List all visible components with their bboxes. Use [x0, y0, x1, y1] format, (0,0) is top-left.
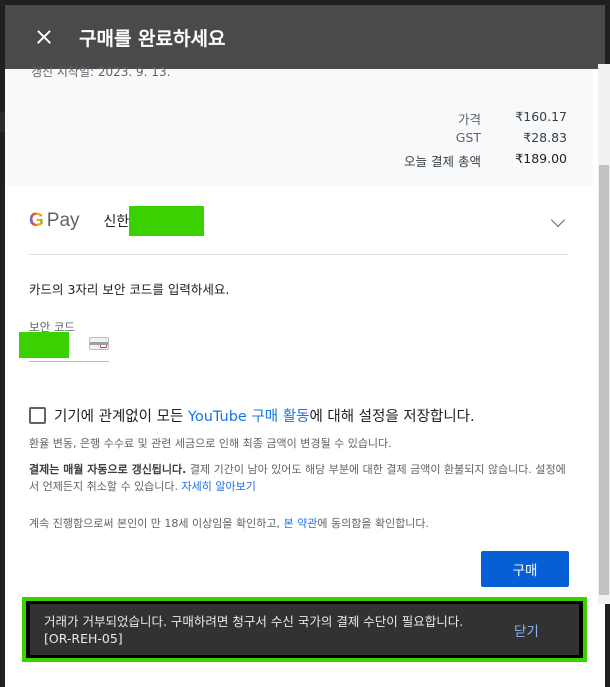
dialog-header: 구매를 완료하세요 — [5, 5, 605, 69]
renewal-note: 결제는 매월 자동으로 갱신됩니다. 결제 기간이 남아 있어도 해당 부분에 … — [29, 463, 566, 493]
error-snackbar: 거래가 거부되었습니다. 구매하려면 청구서 수신 국가의 결제 수단이 필요합… — [30, 604, 579, 655]
price-label: 가격 — [457, 112, 481, 127]
cvc-field[interactable] — [19, 332, 69, 358]
gst-value: ₹28.83 — [523, 130, 567, 145]
cvc-underline — [29, 361, 109, 362]
total-value: ₹189.00 — [515, 151, 567, 166]
card-cvc-icon — [89, 337, 109, 350]
buy-button[interactable]: 구매 — [481, 551, 569, 587]
price-summary: 갱신 시작일: 2023. 9. 13. 가격 ₹160.17 GST ₹28.… — [5, 65, 593, 185]
dialog-title: 구매를 완료하세요 — [79, 27, 226, 50]
card-name: 신한 — [103, 214, 130, 230]
age-note: 계속 진행함으로써 본인이 만 18세 이상임을 확인하고, 본 약관에 동의함… — [29, 517, 430, 530]
renewal-date-text: 갱신 시작일: 2023. 9. 13. — [31, 65, 171, 79]
divider — [29, 254, 569, 255]
close-icon[interactable] — [29, 22, 59, 52]
learn-more-link[interactable]: 자세히 알아보기 — [182, 480, 256, 493]
snackbar-message: 거래가 거부되었습니다. 구매하려면 청구서 수신 국가의 결제 수단이 필요합… — [44, 613, 464, 646]
chevron-down-icon[interactable] — [550, 212, 566, 228]
total-row: 오늘 결제 총액 ₹189.00 — [361, 151, 567, 170]
dialog-content: 갱신 시작일: 2023. 9. 13. 가격 ₹160.17 GST ₹28.… — [5, 65, 605, 687]
gst-row: GST ₹28.83 — [361, 130, 567, 145]
gst-label: GST — [455, 130, 481, 145]
payment-method-selector[interactable]: G Pay 신한 — [29, 193, 569, 249]
redaction-box — [129, 206, 205, 236]
terms-link[interactable]: 본 약관 — [284, 517, 318, 530]
purchase-dialog: 구매를 완료하세요 갱신 시작일: 2023. 9. 13. 가격 ₹160.1… — [5, 5, 605, 687]
total-label: 오늘 결제 총액 — [404, 154, 481, 169]
price-value: ₹160.17 — [515, 109, 567, 124]
google-pay-logo: G Pay — [29, 210, 80, 231]
save-setting-row: 기기에 관계없이 모든 YouTube 구매 활동에 대해 설정을 저장합니다. — [29, 405, 475, 426]
save-label: 기기에 관계없이 모든 YouTube 구매 활동에 대해 설정을 저장합니다. — [54, 409, 475, 425]
scrollbar-thumb[interactable] — [599, 165, 609, 595]
cvc-prompt: 카드의 3자리 보안 코드를 입력하세요. — [29, 282, 230, 297]
save-checkbox[interactable] — [29, 407, 46, 424]
youtube-purchases-link[interactable]: YouTube 구매 활동 — [188, 409, 310, 425]
price-row: 가격 ₹160.17 — [361, 109, 567, 128]
snackbar-close-button[interactable]: 닫기 — [514, 620, 539, 640]
fx-note: 환율 변동, 은행 수수료 및 관련 세금으로 인해 최종 금액이 변경될 수 … — [29, 437, 392, 450]
